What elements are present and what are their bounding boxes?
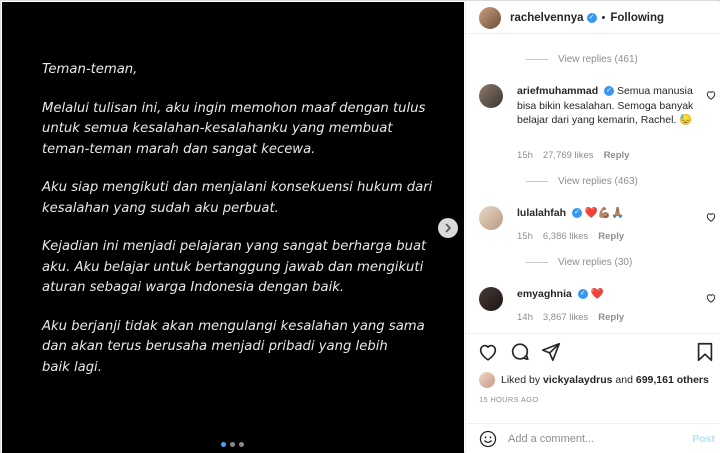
avatar[interactable]: [479, 372, 495, 388]
carousel-dot: [239, 442, 244, 447]
verified-icon: ✓: [586, 12, 597, 23]
likes-prefix: Liked by: [501, 374, 541, 386]
likes-connector: and: [615, 374, 633, 386]
comment-age: 15h: [517, 231, 533, 242]
post-text-paragraph: Aku berjanji tidak akan mengulangi kesal…: [42, 318, 425, 375]
following-button[interactable]: Following: [610, 12, 664, 24]
comment-username[interactable]: ariefmuhammad: [517, 85, 598, 97]
divider: [526, 181, 548, 182]
heart-icon[interactable]: [705, 89, 717, 101]
view-replies-button[interactable]: View replies (461): [526, 54, 638, 65]
post-text-paragraph: Kejadian ini menjadi pelajaran yang sang…: [42, 239, 427, 295]
view-replies-button[interactable]: View replies (30): [526, 257, 632, 268]
post-comment-button[interactable]: Post: [692, 433, 715, 445]
heart-icon[interactable]: [705, 292, 717, 304]
verified-icon: ✓: [571, 208, 582, 219]
post-caption-image-text: Teman-teman, Melalui tulisan ini, aku in…: [42, 60, 442, 396]
liked-by-username[interactable]: vickyalaydrus: [543, 374, 612, 386]
carousel-dot: [230, 442, 235, 447]
comment-age: 14h: [517, 312, 533, 323]
carousel-dot: [221, 442, 226, 447]
comment-likes[interactable]: 3,867 likes: [543, 312, 588, 323]
comment-username[interactable]: lulalahfah: [517, 207, 566, 219]
share-icon[interactable]: [540, 341, 562, 363]
verified-icon: ✓: [577, 289, 588, 300]
post-author-username[interactable]: rachelvennya: [510, 12, 584, 24]
comment-meta: 15h 27,769 likes Reply: [517, 150, 629, 161]
comments-panel: rachelvennya ✓ • Following View replies …: [465, 2, 720, 453]
avatar[interactable]: [479, 6, 501, 29]
post-header: rachelvennya ✓ • Following: [466, 2, 720, 34]
divider: [526, 59, 548, 60]
emoji-icon[interactable]: [478, 429, 498, 449]
reply-button[interactable]: Reply: [604, 150, 630, 161]
header-separator: •: [601, 11, 606, 24]
post-timestamp: 15 HOURS AGO: [479, 395, 539, 404]
bookmark-icon[interactable]: [694, 341, 716, 363]
heart-icon[interactable]: [705, 211, 717, 223]
comment-text: ❤️: [590, 288, 604, 300]
add-comment-input[interactable]: [508, 432, 678, 445]
avatar[interactable]: [479, 84, 503, 108]
comment-body: lulalahfah ✓ ❤️💪🏽🙏🏽: [517, 206, 697, 221]
comment-meta: 15h 6,386 likes Reply: [517, 231, 624, 242]
add-comment-bar: Post: [466, 423, 720, 453]
carousel-next-button[interactable]: [438, 218, 458, 238]
view-replies-button[interactable]: View replies (463): [526, 176, 638, 187]
comment-icon[interactable]: [509, 341, 531, 363]
verified-icon: ✓: [604, 86, 615, 97]
likes-others-count[interactable]: 699,161 others: [636, 374, 709, 386]
likes-summary: Liked by vickyalaydrus and 699,161 other…: [479, 372, 709, 388]
comment-body: ariefmuhammad ✓ Semua manusia bisa bikin…: [517, 84, 697, 128]
avatar[interactable]: [479, 287, 503, 311]
comment-username[interactable]: emyaghnia: [517, 288, 572, 300]
comment-body: emyaghnia ✓ ❤️: [517, 287, 697, 302]
comment-likes[interactable]: 6,386 likes: [543, 231, 588, 242]
comment-likes[interactable]: 27,769 likes: [543, 150, 594, 161]
comment-item: ariefmuhammad ✓ Semua manusia bisa bikin…: [479, 84, 719, 164]
view-replies-label: View replies (463): [558, 176, 638, 187]
post-text-paragraph: Aku siap mengikuti dan menjalani konseku…: [42, 180, 433, 216]
post-text-paragraph: Melalui tulisan ini, aku ingin memohon m…: [42, 100, 426, 157]
divider: [526, 262, 548, 263]
comment-meta: 14h 3,867 likes Reply: [517, 312, 624, 323]
comment-item: emyaghnia ✓ ❤️ 14h 3,867 likes Reply: [479, 287, 719, 327]
comment-text: ❤️💪🏽🙏🏽: [584, 207, 625, 219]
instagram-post-window: Teman-teman, Melalui tulisan ini, aku in…: [0, 0, 720, 453]
post-actions-bar: [466, 333, 720, 369]
avatar[interactable]: [479, 206, 503, 230]
chevron-right-icon: [445, 223, 451, 233]
view-replies-label: View replies (30): [558, 257, 633, 268]
heart-icon[interactable]: [477, 341, 499, 363]
post-text-paragraph: Teman-teman,: [42, 62, 138, 77]
view-replies-label: View replies (461): [558, 54, 638, 65]
reply-button[interactable]: Reply: [598, 231, 624, 242]
comment-item: lulalahfah ✓ ❤️💪🏽🙏🏽 15h 6,386 likes Repl…: [479, 206, 719, 246]
post-image: Teman-teman, Melalui tulisan ini, aku in…: [2, 2, 464, 453]
reply-button[interactable]: Reply: [598, 312, 624, 323]
comment-age: 15h: [517, 150, 533, 161]
carousel-indicator: [221, 442, 244, 447]
